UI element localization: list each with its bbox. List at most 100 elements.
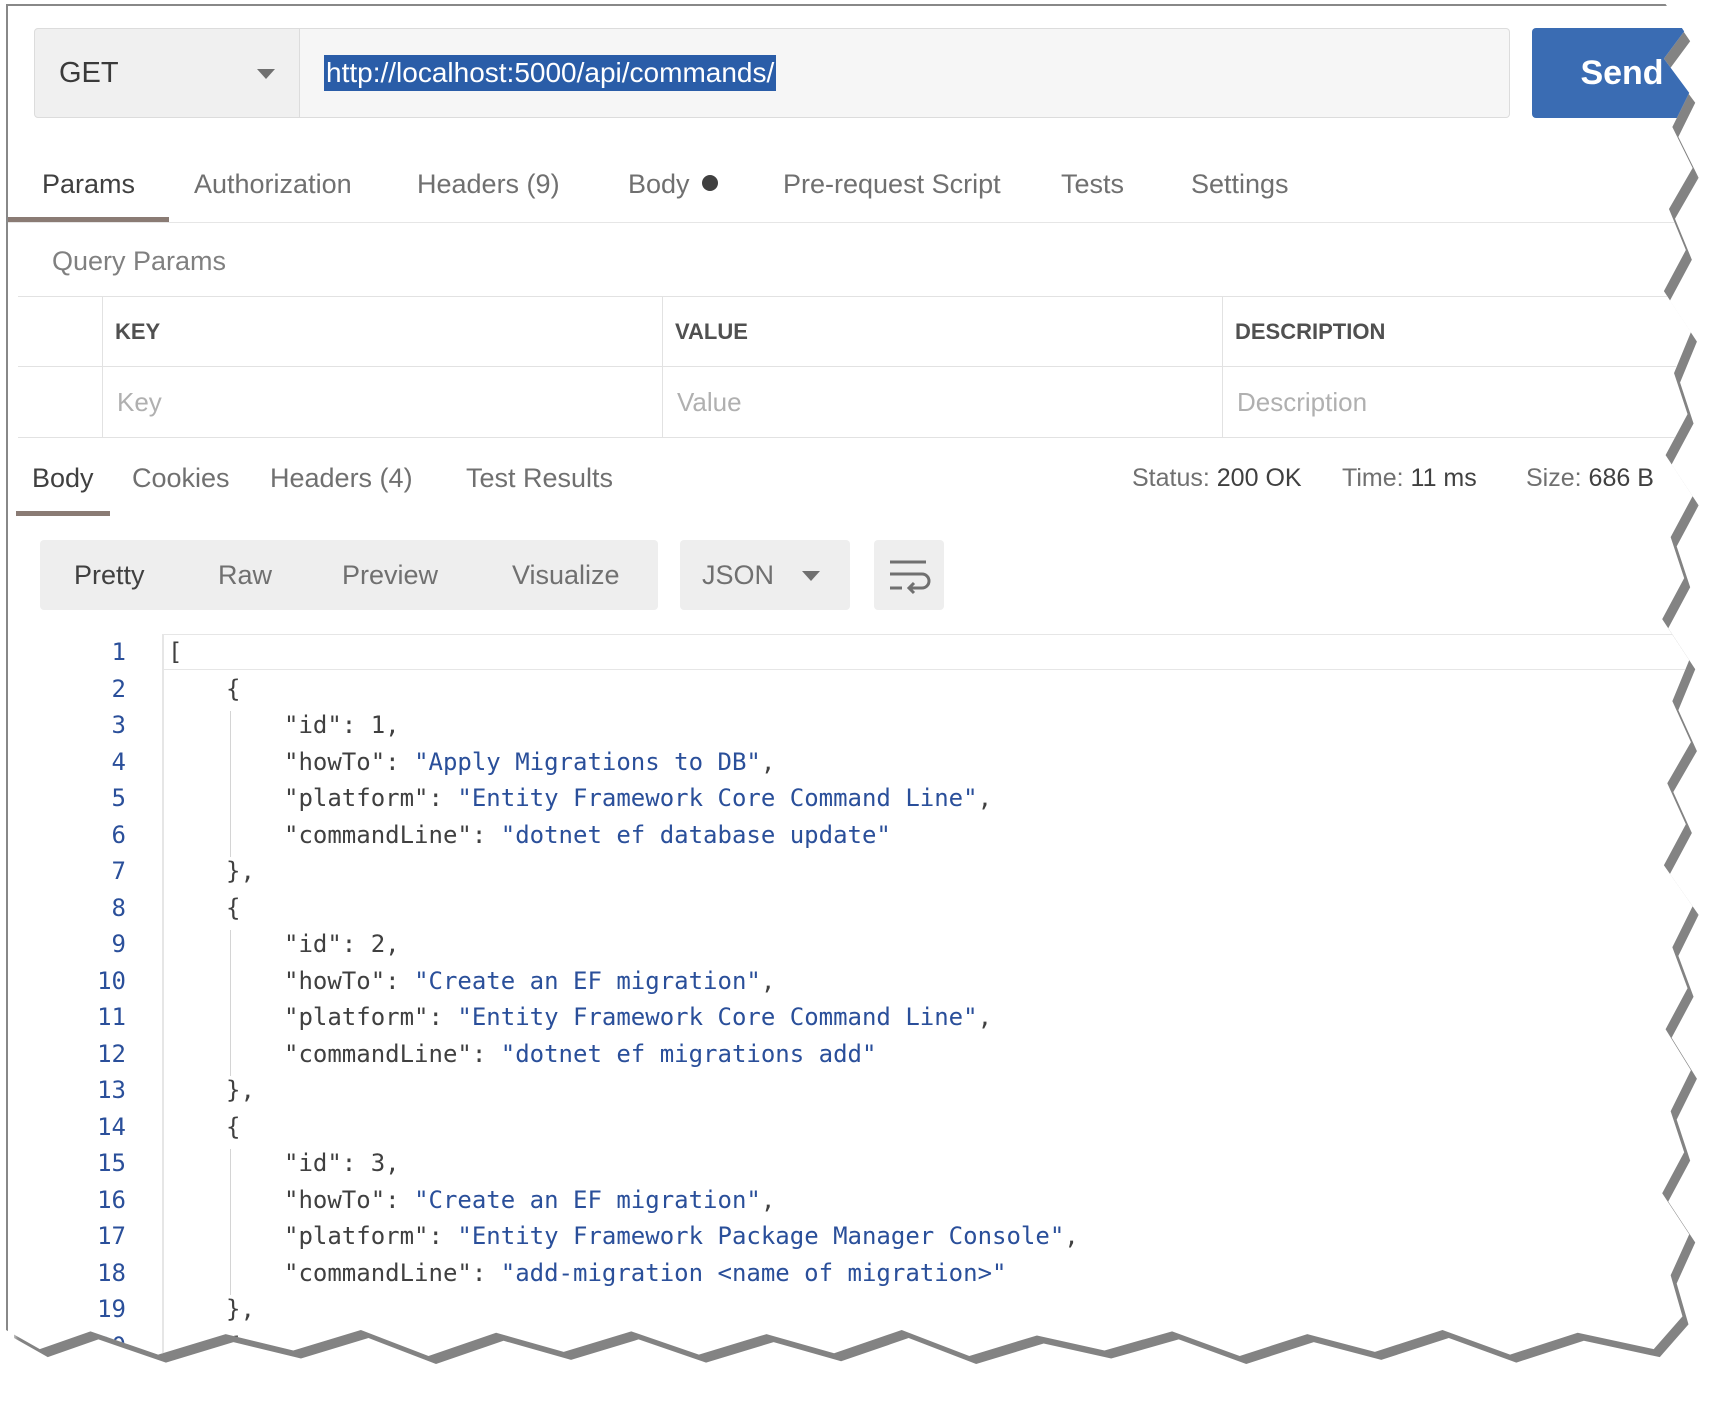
json-string: "add-migration <name of migration>" <box>500 1258 1007 1287</box>
json-number: 2 <box>370 930 386 958</box>
line-number: 13 <box>97 1076 126 1104</box>
json-punctuation: , <box>1064 1222 1079 1250</box>
time-value: 11 ms <box>1410 464 1477 492</box>
wrap-lines-button[interactable] <box>874 540 944 610</box>
view-pretty-button[interactable]: Pretty <box>74 540 145 610</box>
gutter-divider <box>162 634 164 1356</box>
line-number: 7 <box>111 857 126 885</box>
line-number: 2 <box>111 674 126 703</box>
format-label: JSON <box>702 560 775 590</box>
postman-window: GET http://localhost:5000/api/commands/ … <box>6 4 1693 1356</box>
tab-label: Test Results <box>466 463 614 493</box>
json-punctuation: }, <box>226 1076 255 1104</box>
json-punctuation: , <box>385 711 400 739</box>
tab-label: Params <box>42 169 136 199</box>
tab-label: Cookies <box>132 463 230 493</box>
response-body-editor[interactable]: 1 [2 {3 "id": 1, 4 "howTo": "Apply Migrations… <box>18 634 1693 1356</box>
tab-response-body[interactable]: Body <box>16 446 110 516</box>
json-punctuation: : <box>428 1222 458 1250</box>
json-punctuation: : <box>341 711 371 739</box>
code-line: "commandLine": "dotnet ef migrations add… <box>284 1040 876 1068</box>
indent-guide <box>230 711 231 857</box>
tab-label: Settings <box>1191 169 1289 199</box>
code-line: "id": 3, <box>284 1149 400 1177</box>
method-select[interactable]: GET <box>34 28 300 118</box>
query-params-title: Query Params <box>52 246 227 276</box>
json-key: "id" <box>284 930 342 958</box>
description-input[interactable]: Description <box>1222 367 1693 437</box>
indent-guide <box>230 930 231 1076</box>
view-raw-button[interactable]: Raw <box>218 540 272 610</box>
tab-test-results[interactable]: Test Results <box>466 446 613 516</box>
line-number: 5 <box>111 784 126 812</box>
tab-headers[interactable]: Headers (9) <box>417 146 560 222</box>
code-line: "commandLine": "add-migration <name of m… <box>284 1259 1006 1287</box>
url-input[interactable]: http://localhost:5000/api/commands/ <box>300 28 1510 118</box>
json-key: "id" <box>284 711 342 739</box>
tab-label: Body <box>32 463 94 493</box>
chevron-down-icon <box>257 69 275 79</box>
json-punctuation: [ <box>168 638 183 666</box>
json-key: "howTo" <box>284 1185 386 1214</box>
code-line: "platform": "Entity Framework Core Comma… <box>284 1003 992 1031</box>
json-key: "platform" <box>284 1222 429 1250</box>
tab-params[interactable]: Params <box>8 146 170 222</box>
view-visualize-button[interactable]: Visualize <box>512 540 620 610</box>
json-punctuation: : <box>471 820 501 849</box>
tab-cookies[interactable]: Cookies <box>132 446 230 516</box>
json-key: "platform" <box>284 784 429 812</box>
line-number: 4 <box>111 747 126 776</box>
json-key: "platform" <box>284 1003 429 1031</box>
line-number: 1 <box>111 638 126 666</box>
tab-response-headers[interactable]: Headers (4) <box>270 446 413 516</box>
json-key: "howTo" <box>284 747 386 776</box>
json-punctuation: { <box>226 893 241 922</box>
line-number: 3 <box>111 711 126 739</box>
tab-body[interactable]: Body <box>628 146 718 222</box>
tab-label: Tests <box>1061 169 1125 199</box>
json-punctuation: : <box>341 930 371 958</box>
wrap-lines-icon <box>890 560 931 595</box>
json-punctuation: : <box>385 1185 415 1214</box>
tab-settings[interactable]: Settings <box>1191 146 1289 222</box>
json-string: "Create an EF migration" <box>414 1185 761 1214</box>
line-number: 12 <box>97 1039 126 1068</box>
code-line: { <box>226 675 240 703</box>
tab-label: Authorization <box>194 169 352 199</box>
line-number: 10 <box>97 966 126 995</box>
code-line: "howTo": "Apply Migrations to DB", <box>284 748 775 776</box>
response-tabs: Body Cookies Headers (4) Test Results St… <box>8 446 1693 516</box>
json-string: "Create an EF migration" <box>414 966 761 995</box>
code-line: }, <box>226 1295 255 1323</box>
json-key: "howTo" <box>284 966 386 995</box>
json-key: "commandLine" <box>284 1039 472 1068</box>
code-line: { <box>226 894 240 922</box>
code-line: "id": 1, <box>284 711 400 739</box>
json-punctuation: : <box>428 1003 458 1031</box>
json-punctuation: : <box>341 1149 371 1177</box>
tab-authorization[interactable]: Authorization <box>194 146 352 222</box>
tab-pre-request-script[interactable]: Pre-request Script <box>783 146 1001 222</box>
table-header-row: KEY VALUE DESCRIPTION <box>18 296 1693 367</box>
json-punctuation: }, <box>226 1295 255 1323</box>
json-string: "Entity Framework Core Command Line" <box>457 784 978 812</box>
tab-label: Pre-request Script <box>783 169 1001 199</box>
tab-tests[interactable]: Tests <box>1061 146 1124 222</box>
json-number: 1 <box>370 711 386 739</box>
code-line: }, <box>226 1076 255 1104</box>
format-select[interactable]: JSON <box>680 540 850 610</box>
view-preview-button[interactable]: Preview <box>342 540 438 610</box>
request-tabs: Params Authorization Headers (9) Body Pr… <box>8 146 1693 223</box>
json-punctuation: }, <box>226 857 255 885</box>
json-punctuation: { <box>226 674 241 703</box>
code-line: { <box>226 1113 240 1141</box>
code-line: "howTo": "Create an EF migration", <box>284 1186 775 1214</box>
code-line: }, <box>226 857 255 885</box>
json-punctuation: : <box>471 1258 501 1287</box>
line-number: 6 <box>111 820 126 849</box>
send-button[interactable]: Send <box>1532 28 1693 118</box>
json-punctuation: : <box>428 784 458 812</box>
value-input[interactable]: Value <box>662 367 1222 437</box>
key-input[interactable]: Key <box>102 367 662 437</box>
indent-guide <box>230 1149 231 1295</box>
